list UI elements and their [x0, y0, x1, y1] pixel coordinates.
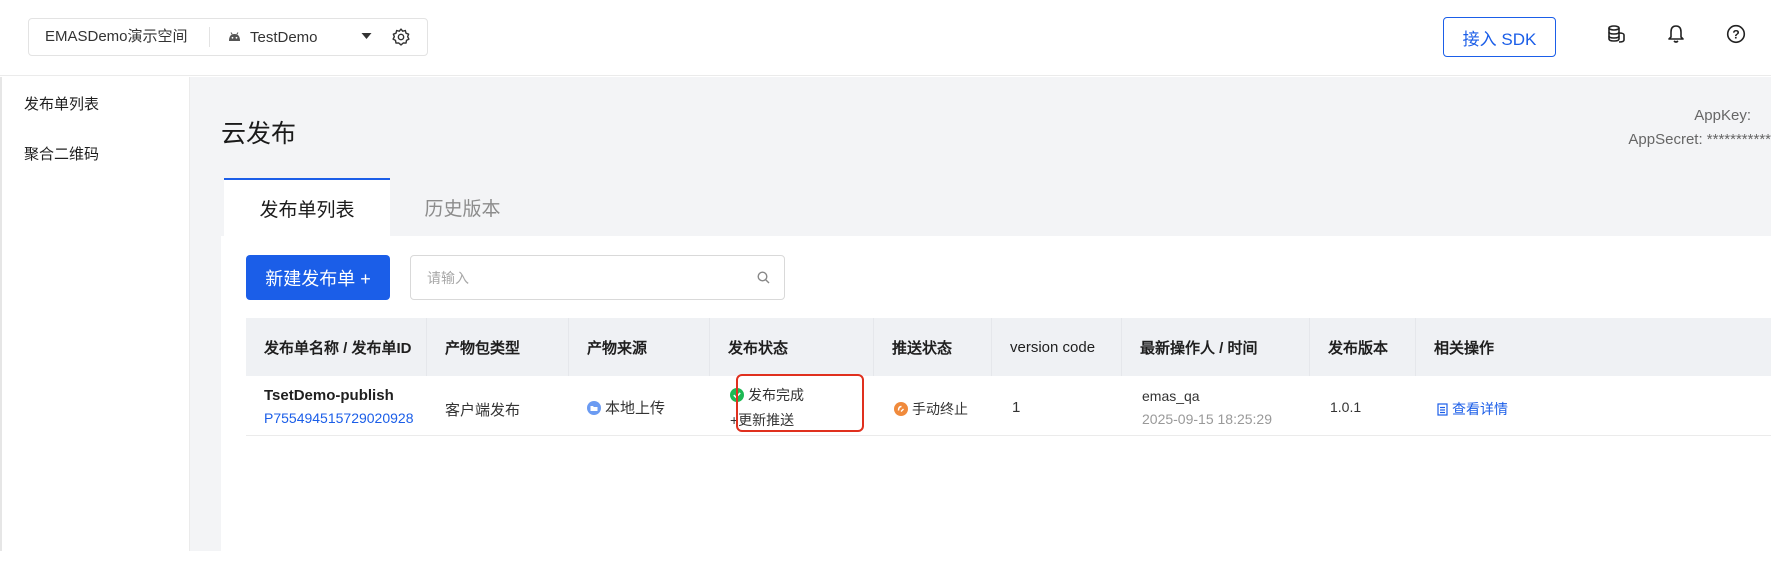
column-header-name-id: 发布单名称 / 发布单ID	[246, 318, 427, 376]
source-cell: 本地上传	[587, 397, 665, 418]
operation-time: 2025-09-15 18:25:29	[1142, 411, 1272, 427]
integrate-sdk-button[interactable]: 接入 SDK	[1443, 17, 1556, 57]
svg-text:?: ?	[1732, 27, 1739, 41]
app-name: TestDemo	[250, 28, 318, 46]
table-header: 发布单名称 / 发布单ID 产物包类型 产物来源 发布状态 推送状态 versi…	[246, 318, 1771, 376]
caret-down-icon[interactable]	[361, 32, 372, 40]
release-name: TsetDemo-publish	[264, 387, 394, 404]
app-selector[interactable]: TestDemo	[228, 29, 318, 46]
app-credentials: AppKey: AppSecret: ***********	[1628, 104, 1771, 152]
bell-icon[interactable]	[1666, 24, 1686, 44]
table-row: TsetDemo-publish P755494515729020928 客户端…	[246, 374, 1771, 436]
highlight-box	[736, 374, 864, 432]
coins-icon[interactable]	[1606, 24, 1626, 44]
release-list-panel: 新建发布单 + 发布单名称 / 发布单ID 产物包类型 产物来源 发布状态 推送…	[221, 236, 1771, 566]
appsecret-label: AppSecret: ***********	[1628, 131, 1771, 148]
column-header-package-type: 产物包类型	[427, 318, 569, 376]
column-header-version-code: version code	[992, 318, 1122, 376]
version-code: 1	[1012, 399, 1021, 416]
column-header-publish-status: 发布状态	[710, 318, 874, 376]
document-icon	[1437, 402, 1448, 416]
new-release-button[interactable]: 新建发布单 +	[246, 255, 390, 300]
package-type: 客户端发布	[445, 402, 521, 419]
column-header-source: 产物来源	[569, 318, 710, 376]
tab-history-versions[interactable]: 历史版本	[390, 178, 535, 236]
workspace-name[interactable]: EMASDemo演示空间	[29, 27, 210, 47]
column-header-operator-time: 最新操作人 / 时间	[1122, 318, 1310, 376]
view-details-link[interactable]: 查看详情	[1437, 399, 1508, 419]
operator-name: emas_qa	[1142, 388, 1200, 404]
workspace-selector[interactable]: EMASDemo演示空间 TestDemo	[28, 18, 428, 56]
tab-release-list[interactable]: 发布单列表	[224, 178, 390, 236]
android-icon	[229, 32, 240, 41]
search-icon[interactable]	[757, 271, 770, 284]
push-status-cell: 手动终止	[894, 399, 968, 419]
column-header-release-version: 发布版本	[1310, 318, 1416, 376]
gear-icon[interactable]	[391, 27, 411, 47]
top-bar: EMASDemo演示空间 TestDemo 接入 SDK ?	[0, 0, 1771, 76]
column-header-actions: 相关操作	[1434, 339, 1495, 357]
source-text: 本地上传	[605, 400, 666, 417]
help-icon[interactable]: ?	[1726, 24, 1746, 44]
sidebar: 发布单列表 聚合二维码	[0, 77, 190, 551]
sidebar-item-aggregate-qrcode[interactable]: 聚合二维码	[24, 143, 99, 164]
search-box[interactable]	[410, 255, 785, 300]
column-header-push-status: 推送状态	[874, 318, 992, 376]
release-version: 1.0.1	[1330, 399, 1362, 415]
appkey-label: AppKey:	[1694, 107, 1751, 124]
release-id-link[interactable]: P755494515729020928	[264, 410, 414, 426]
folder-icon	[587, 400, 601, 415]
sidebar-item-release-list[interactable]: 发布单列表	[24, 93, 99, 114]
search-input[interactable]	[427, 268, 747, 288]
push-status-text: 手动终止	[912, 401, 968, 417]
main-content: 云发布 AppKey: AppSecret: *********** 发布单列表…	[190, 77, 1771, 566]
view-details-text[interactable]: 查看详情	[1452, 399, 1508, 419]
stop-circle-icon	[894, 402, 908, 416]
page-title: 云发布	[221, 120, 297, 148]
